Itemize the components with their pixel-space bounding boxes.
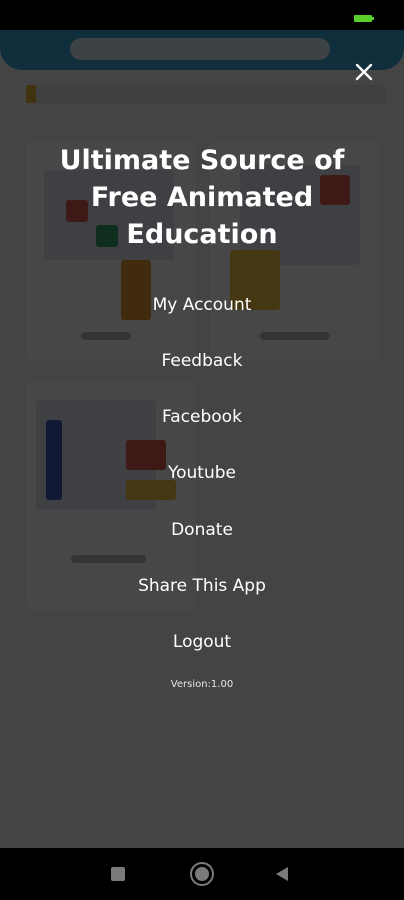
menu-title-line: Education: [126, 219, 278, 250]
menu-item-my-account[interactable]: My Account: [60, 290, 344, 320]
close-icon: [355, 63, 373, 81]
recents-icon[interactable]: [111, 867, 125, 881]
back-icon[interactable]: [276, 867, 288, 881]
menu-title-line: Ultimate Source of: [59, 145, 345, 176]
menu-item-facebook[interactable]: Facebook: [60, 402, 344, 432]
home-icon[interactable]: [190, 862, 214, 886]
menu-item-youtube[interactable]: Youtube: [60, 458, 344, 488]
menu-item-donate[interactable]: Donate: [60, 515, 344, 545]
system-nav-bar: [0, 848, 404, 900]
battery-icon: [354, 15, 374, 22]
menu-item-feedback[interactable]: Feedback: [60, 346, 344, 376]
menu-item-logout[interactable]: Logout: [60, 627, 344, 657]
status-bar: [0, 0, 404, 30]
version-label: Version:1.00: [170, 679, 234, 690]
close-button[interactable]: [350, 58, 378, 86]
menu-title: Ultimate Source of Free Animated Educati…: [40, 142, 364, 253]
menu-title-line: Free Animated: [90, 182, 314, 213]
menu-item-share-this-app[interactable]: Share This App: [60, 571, 344, 601]
